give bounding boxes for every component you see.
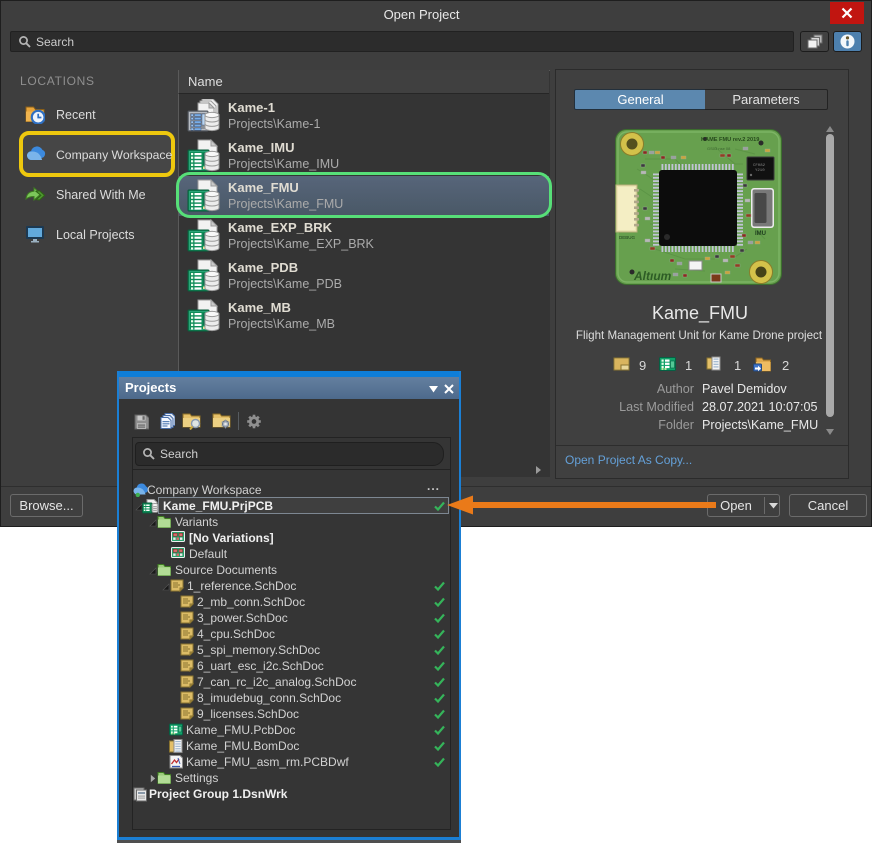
svg-text:DEBUG: DEBUG <box>619 235 636 240</box>
svg-text:CF082: CF082 <box>753 164 766 168</box>
svg-text:IMU: IMU <box>755 231 766 237</box>
svg-text:GS03 nse 08: GS03 nse 08 <box>707 146 731 151</box>
svg-text:KAME FMU rev.2 2019: KAME FMU rev.2 2019 <box>701 137 759 143</box>
svg-text:Y210: Y210 <box>755 169 765 173</box>
svg-text:Altıum: Altıum <box>633 269 672 283</box>
